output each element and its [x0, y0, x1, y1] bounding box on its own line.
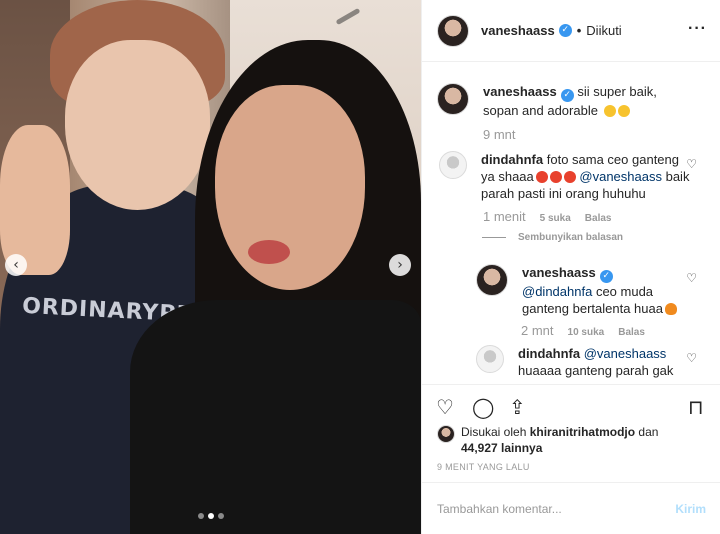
- reply-time[interactable]: 2 mnt: [521, 323, 554, 338]
- peace-sign-hand: [0, 125, 70, 275]
- post-photo[interactable]: ORDINARYPEOPLE ‹ ›: [0, 0, 421, 534]
- emoji-icon: [549, 171, 562, 183]
- comment-likes[interactable]: 5 suka: [540, 213, 571, 224]
- reply-body: vaneshaass ✓ @dindahnfa ceo muda ganteng …: [522, 264, 682, 317]
- carousel-prev-button[interactable]: ‹: [5, 254, 27, 276]
- emoji-icon: [617, 105, 630, 117]
- likes-suffix[interactable]: lainnya: [501, 441, 542, 455]
- comment-body: dindahnfa foto sama ceo ganteng ya shaaa…: [481, 151, 691, 202]
- more-options-icon[interactable]: ···: [688, 20, 707, 38]
- carousel-next-button[interactable]: ›: [389, 254, 411, 276]
- photo-woman-body: [130, 300, 421, 534]
- photo-woman-lips: [248, 240, 290, 264]
- verified-badge-icon: ✓: [599, 270, 613, 283]
- verified-badge-icon: ✓: [560, 89, 574, 102]
- caption-username[interactable]: vaneshaass: [483, 84, 557, 99]
- carousel-dot: [218, 513, 224, 519]
- likes-text: Disukai oleh khiranitrihatmodjo dan 44,9…: [461, 424, 658, 456]
- follow-status-button[interactable]: Diikuti: [586, 23, 621, 38]
- reply-button[interactable]: Balas: [585, 213, 612, 224]
- likes-prefix: Disukai oleh: [461, 425, 527, 439]
- avatar[interactable]: [476, 264, 508, 296]
- carousel-dot: [198, 513, 204, 519]
- likes-count[interactable]: 44,927: [461, 441, 498, 455]
- divider-line: [482, 237, 506, 238]
- likes-joiner: dan: [638, 425, 659, 439]
- likes-summary: Disukai oleh khiranitrihatmodjo dan 44,9…: [437, 424, 658, 456]
- verified-badge-icon: ✓: [558, 24, 572, 37]
- reply-likes[interactable]: 10 suka: [568, 327, 605, 338]
- bookmark-icon[interactable]: ⊓: [688, 395, 704, 419]
- avatar[interactable]: [437, 83, 469, 115]
- add-comment-bar: Kirim: [422, 482, 720, 534]
- separator-dot: •: [576, 23, 582, 38]
- reply-body: dindahnfa @vaneshaass huaaaa ganteng par…: [518, 345, 678, 379]
- photo-man-face: [65, 40, 210, 210]
- avatar[interactable]: [437, 14, 469, 47]
- emoji-icon: [603, 105, 616, 117]
- comment-mention[interactable]: @vaneshaass: [579, 169, 662, 184]
- post-timestamp[interactable]: 9 MENIT YANG LALU: [437, 462, 530, 472]
- comment-username[interactable]: dindahnfa: [481, 152, 543, 167]
- comment-input[interactable]: [437, 501, 657, 516]
- carousel-dot-active: [208, 513, 214, 519]
- hide-replies-label: Sembunyikan balasan: [518, 232, 624, 243]
- header-username[interactable]: vaneshaass: [481, 23, 555, 38]
- caption-meta: 9 mnt: [483, 127, 516, 142]
- like-comment-heart-icon[interactable]: ♡: [686, 351, 697, 365]
- carousel-indicator: [198, 513, 224, 519]
- avatar[interactable]: [439, 151, 467, 179]
- caption-time[interactable]: 9 mnt: [483, 127, 516, 142]
- reply-button[interactable]: Balas: [618, 327, 645, 338]
- like-comment-heart-icon[interactable]: ♡: [686, 271, 697, 285]
- post-comment-button[interactable]: Kirim: [675, 502, 706, 516]
- reply-mention[interactable]: @dindahnfa: [522, 284, 592, 299]
- like-comment-heart-icon[interactable]: ♡: [686, 157, 697, 171]
- list-item: vaneshaass ✓ @dindahnfa ceo muda ganteng …: [476, 264, 682, 317]
- avatar[interactable]: [476, 345, 504, 373]
- hide-replies-button[interactable]: Sembunyikan balasan: [482, 232, 623, 243]
- reply-username[interactable]: dindahnfa: [518, 346, 580, 361]
- list-item: dindahnfa foto sama ceo ganteng ya shaaa…: [439, 151, 691, 202]
- emoji-icon: [563, 171, 576, 183]
- reply-mention[interactable]: @vaneshaass: [584, 346, 667, 361]
- list-item: dindahnfa @vaneshaass huaaaa ganteng par…: [476, 345, 678, 379]
- comment-meta: 1 menit 5 suka Balas: [483, 209, 611, 224]
- fire-emoji-icon: [664, 303, 677, 315]
- emoji-icon: [535, 171, 548, 183]
- likes-user[interactable]: khiranitrihatmodjo: [530, 425, 635, 439]
- share-icon[interactable]: ⇪: [509, 395, 526, 419]
- reply-meta: 2 mnt 10 suka Balas: [521, 323, 645, 338]
- comment-time[interactable]: 1 menit: [483, 209, 526, 224]
- post-side-panel: vaneshaass ✓ • Diikuti ··· vaneshaass ✓ s…: [421, 0, 720, 534]
- reply-text: huaaaa ganteng parah gak: [518, 363, 674, 378]
- comment-icon[interactable]: ◯: [472, 395, 494, 419]
- photo-woman-face: [215, 85, 365, 290]
- caption: vaneshaass ✓ sii super baik, sopan and ad…: [437, 83, 693, 119]
- like-heart-icon[interactable]: ♡: [436, 395, 454, 419]
- comments-list[interactable]: vaneshaass ✓ sii super baik, sopan and ad…: [422, 62, 720, 384]
- reply-username[interactable]: vaneshaass: [522, 265, 596, 280]
- post-header: vaneshaass ✓ • Diikuti ···: [422, 0, 720, 62]
- caption-body: vaneshaass ✓ sii super baik, sopan and ad…: [483, 83, 693, 119]
- avatar[interactable]: [437, 425, 455, 443]
